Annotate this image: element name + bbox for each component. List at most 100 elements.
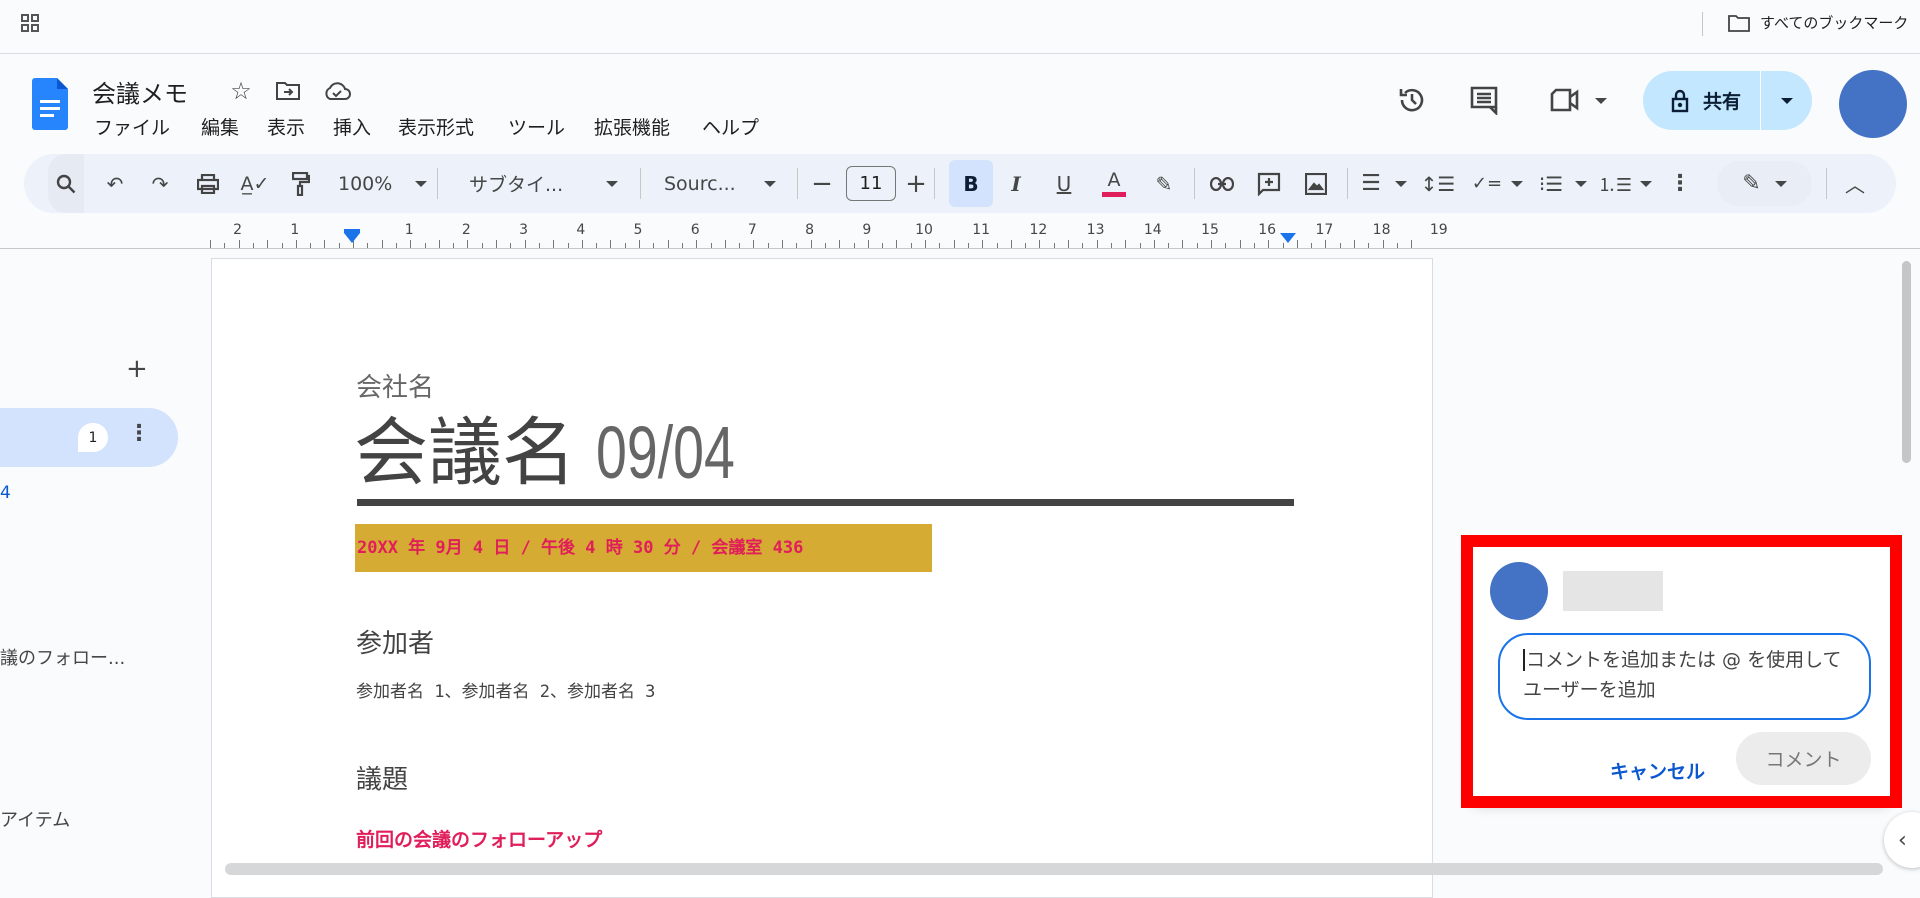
- cloud-saved-icon[interactable]: [322, 78, 352, 104]
- ruler-tick: [610, 240, 612, 248]
- print-icon[interactable]: [195, 154, 221, 213]
- document-page[interactable]: 会社名 会議名 09/04 20XX 年 9月 4 日 / 午後 4 時 30 …: [211, 258, 1433, 898]
- document-title[interactable]: 会議メモ: [92, 74, 188, 109]
- font-family-select[interactable]: Sourc...: [664, 154, 736, 213]
- vertical-scrollbar-thumb[interactable]: [1902, 261, 1911, 463]
- ruler-tick: [581, 240, 583, 248]
- ruler-tick: [953, 240, 955, 248]
- zoom-select[interactable]: 100%: [338, 154, 392, 213]
- underline-button[interactable]: U: [1052, 154, 1076, 213]
- version-history-icon[interactable]: [1394, 82, 1430, 118]
- ruler-tick: [210, 240, 211, 248]
- outline-item[interactable]: アイテム: [0, 806, 70, 832]
- search-menus-icon[interactable]: [48, 154, 84, 213]
- comment-submit-button[interactable]: コメント: [1736, 732, 1871, 785]
- move-folder-icon[interactable]: [274, 78, 302, 104]
- browser-bookmark-bar: すべてのブックマーク: [0, 0, 1920, 54]
- horizontal-ruler[interactable]: 2 1 1 2 3 4 5 6 7 8 9 10 11 12 13 14 15 16 17 18 19: [0, 220, 1920, 249]
- all-bookmarks-button[interactable]: すべてのブックマーク: [1728, 12, 1908, 33]
- ruler-tick: [624, 243, 626, 248]
- left-indent-marker[interactable]: [344, 233, 360, 243]
- align-dropdown-arrow[interactable]: [1394, 154, 1408, 213]
- apps-grid-icon[interactable]: [18, 11, 42, 35]
- bold-button[interactable]: B: [949, 160, 993, 207]
- paint-format-icon[interactable]: [288, 154, 314, 213]
- ruler-tick: [367, 243, 369, 248]
- font-size-input[interactable]: 11: [846, 166, 896, 201]
- numbered-dropdown-arrow[interactable]: [1639, 154, 1653, 213]
- line-spacing-icon[interactable]: ↕☰: [1421, 154, 1456, 213]
- menu-edit[interactable]: 編集: [201, 113, 239, 140]
- horizontal-scrollbar-thumb[interactable]: [225, 863, 1883, 875]
- more-options-icon[interactable]: ⋮: [1667, 154, 1693, 213]
- docs-logo-icon[interactable]: [32, 78, 68, 130]
- outline-heading[interactable]: 4: [0, 483, 11, 503]
- menu-help[interactable]: ヘルプ: [702, 113, 759, 140]
- insert-image-icon[interactable]: [1303, 154, 1329, 213]
- share-button[interactable]: 共有: [1643, 71, 1761, 130]
- ruler-tick: [896, 240, 898, 248]
- ruler-tick: [295, 240, 297, 248]
- ruler-tick: [238, 240, 240, 248]
- add-tab-icon[interactable]: +: [126, 354, 148, 384]
- ruler-tick: [481, 243, 483, 248]
- first-line-indent-marker[interactable]: [344, 229, 360, 233]
- pencil-icon: ✎: [1742, 171, 1761, 196]
- ruler-tick: [381, 240, 383, 248]
- menu-extensions[interactable]: 拡張機能: [594, 113, 670, 140]
- meeting-name: 会議名: [354, 410, 576, 496]
- zoom-dropdown-arrow[interactable]: [414, 154, 428, 213]
- ruler-tick: [925, 240, 926, 248]
- text-color-button[interactable]: A: [1101, 154, 1127, 213]
- checklist-icon[interactable]: ✓=: [1472, 154, 1502, 213]
- show-side-panel-button[interactable]: ‹: [1884, 812, 1920, 868]
- outline-item[interactable]: 議のフォロー...: [0, 644, 125, 670]
- paragraph-style-select[interactable]: サブタイ...: [469, 154, 563, 213]
- ruler-tick: [1153, 240, 1155, 248]
- tab-options-icon[interactable]: ⋮: [128, 421, 150, 446]
- hide-menus-icon[interactable]: ︿: [1842, 154, 1868, 213]
- font-size-value: 11: [859, 173, 883, 194]
- redo-icon[interactable]: ↷: [147, 154, 173, 213]
- account-avatar[interactable]: [1839, 70, 1907, 138]
- cancel-button[interactable]: キャンセル: [1610, 757, 1705, 784]
- increase-font-size-icon[interactable]: +: [904, 154, 928, 213]
- date-location-line: 20XX 年 9月 4 日 / 午後 4 時 30 分 / 会議室 436: [355, 524, 932, 572]
- italic-button[interactable]: I: [1004, 154, 1028, 213]
- ruler-tick: [867, 240, 869, 248]
- right-indent-marker[interactable]: [1280, 233, 1296, 243]
- menu-insert[interactable]: 挿入: [333, 113, 371, 140]
- document-tab-item[interactable]: 1 ⋮: [0, 408, 178, 467]
- ruler-label: 7: [747, 222, 757, 238]
- ruler-tick: [882, 243, 884, 248]
- share-dropdown[interactable]: [1761, 97, 1812, 104]
- numbered-list-icon[interactable]: ⒈☰: [1598, 154, 1632, 213]
- insert-link-icon[interactable]: [1209, 154, 1235, 213]
- highlight-color-icon[interactable]: ✎: [1151, 154, 1177, 213]
- menu-file[interactable]: ファイル: [94, 113, 170, 140]
- style-dropdown-arrow[interactable]: [605, 154, 619, 213]
- checklist-dropdown-arrow[interactable]: [1510, 154, 1524, 213]
- ruler-tick: [453, 243, 455, 248]
- add-comment-icon[interactable]: [1256, 154, 1282, 213]
- comments-icon[interactable]: [1466, 82, 1502, 118]
- undo-icon[interactable]: ↶: [102, 154, 128, 213]
- star-icon[interactable]: ☆: [228, 77, 254, 105]
- comment-input[interactable]: コメントを追加または @ を使用してユーザーを追加: [1498, 633, 1871, 720]
- bullet-dropdown-arrow[interactable]: [1574, 154, 1588, 213]
- ruler-tick: [252, 243, 254, 248]
- spellcheck-icon[interactable]: A̲✓: [241, 154, 270, 213]
- font-dropdown-arrow[interactable]: [763, 154, 777, 213]
- menu-view[interactable]: 表示: [267, 113, 305, 140]
- ruler-tick: [281, 243, 283, 248]
- bulleted-list-icon[interactable]: ⁝☰: [1538, 154, 1564, 213]
- menu-format[interactable]: 表示形式: [398, 113, 474, 140]
- align-left-icon[interactable]: ☰: [1358, 154, 1384, 213]
- formatting-toolbar: ↶ ↷ A̲✓ 100% サブタイ... Sourc... − 11 + B I…: [24, 154, 1896, 213]
- ruler-label: 18: [1372, 222, 1391, 238]
- menu-tools[interactable]: ツール: [508, 113, 565, 140]
- editing-mode-button[interactable]: ✎: [1717, 161, 1812, 206]
- decrease-font-size-icon[interactable]: −: [810, 154, 834, 213]
- meet-dropdown-arrow[interactable]: [1595, 98, 1607, 104]
- meet-video-icon[interactable]: [1545, 82, 1585, 118]
